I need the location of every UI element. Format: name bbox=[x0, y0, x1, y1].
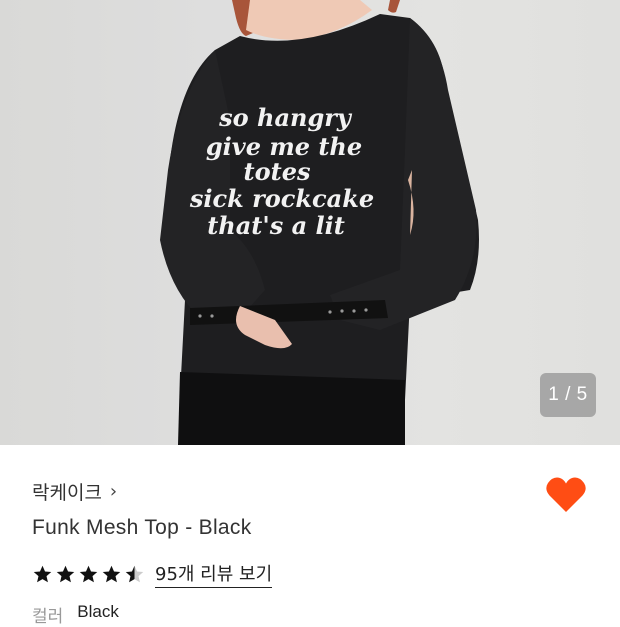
product-photo: so hangry give me the totes sick rockcak… bbox=[160, 0, 479, 445]
star-full-icon bbox=[56, 565, 75, 582]
star-full-icon bbox=[102, 565, 121, 582]
print-line-1: so hangry bbox=[218, 103, 353, 132]
star-full-icon bbox=[33, 565, 52, 582]
option-value: Black bbox=[77, 602, 119, 621]
rating-row: 95개 리뷰 보기 bbox=[32, 560, 273, 588]
reviews-link[interactable]: 95개 리뷰 보기 bbox=[155, 560, 273, 588]
product-image-gallery[interactable]: so hangry give me the totes sick rockcak… bbox=[0, 0, 620, 445]
chevron-right-icon: › bbox=[109, 481, 118, 502]
star-full-icon bbox=[79, 565, 98, 582]
brand-link[interactable]: 락케이크 › bbox=[32, 478, 117, 505]
product-title: Funk Mesh Top - Black bbox=[32, 516, 252, 539]
option-row: 컬러 Black bbox=[32, 602, 119, 627]
print-line-5: that's a lit bbox=[207, 211, 345, 240]
wishlist-heart-icon[interactable] bbox=[545, 476, 587, 514]
brand-name: 락케이크 bbox=[32, 482, 102, 504]
image-counter-badge: 1 / 5 bbox=[540, 373, 596, 417]
option-label: 컬러 bbox=[32, 607, 64, 627]
star-half-icon bbox=[125, 565, 144, 582]
print-line-4: sick rockcake bbox=[189, 184, 374, 213]
star-rating bbox=[32, 564, 145, 585]
print-line-3: totes bbox=[244, 157, 311, 186]
